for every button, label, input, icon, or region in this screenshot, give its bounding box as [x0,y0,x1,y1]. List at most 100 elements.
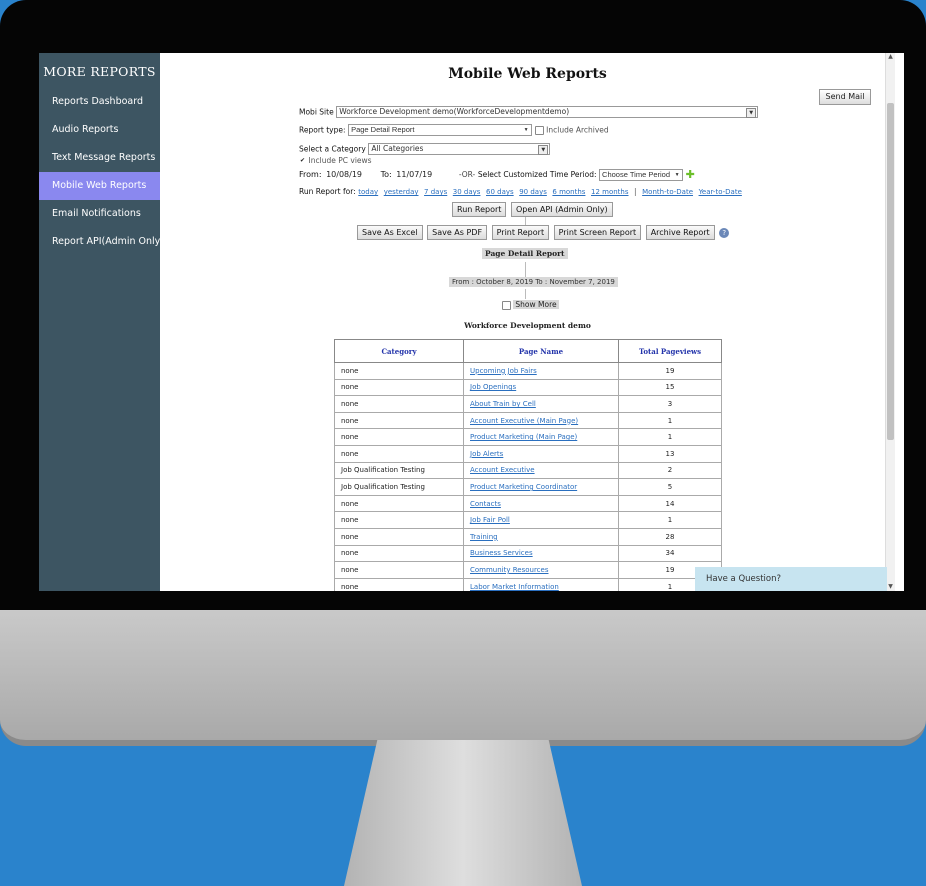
plus-icon[interactable]: ✚ [686,168,695,181]
cell-pageviews: 13 [618,444,722,463]
or-label: -OR- [458,170,476,179]
range-month-to-date-link[interactable]: Month-to-Date [642,188,693,196]
category-select[interactable]: All Categories ▼ [368,143,551,155]
category-label: Select a Category [299,144,366,154]
show-more-checkbox[interactable] [502,300,511,310]
print-screen-report-button[interactable]: Print Screen Report [553,225,642,240]
cell-pageviews: 1 [618,411,722,430]
cell-pageviews: 1 [618,428,722,446]
report-date-range: From : October 8, 2019 To : November 7, … [449,277,618,287]
table-row: none Job Fair Poll 1 [334,511,722,529]
report-type-row: Report type: Page Detail Report ▼ Includ… [299,124,609,136]
run-report-button[interactable]: Run Report [452,202,507,217]
cell-page-name: Training [463,527,619,546]
table-row: none Account Executive (Main Page) 1 [334,411,722,430]
page-name-link[interactable]: Labor Market Information [470,583,559,591]
report-table-body: none Upcoming Job Fairs 19 none Job Openings… [334,362,722,591]
scroll-up-icon[interactable]: ▲ [886,53,895,61]
run-report-for-label: Run Report for: [299,187,356,196]
cell-category: none [334,395,464,413]
include-pc-views-checkbox[interactable]: ✔ [299,157,306,164]
chat-widget[interactable]: Have a Question? [695,567,887,591]
page-name-link[interactable]: Contacts [470,500,501,508]
range-6-months-link[interactable]: 6 months [552,188,585,196]
range-yesterday-link[interactable]: yesterday [384,188,419,196]
archive-report-button[interactable]: Archive Report [645,225,715,240]
mobi-site-select[interactable]: Workforce Development demo(WorkforceDeve… [336,106,759,118]
table-row: none Business Services 34 [334,544,722,563]
show-more-label: Show More [513,300,559,309]
page-name-link[interactable]: Community Resources [470,566,549,574]
save-as-pdf-button[interactable]: Save As PDF [427,225,488,240]
category-row: Select a Category All Categories ▼ [299,143,551,155]
sidebar-item-mobile-web-reports[interactable]: Mobile Web Reports [39,172,160,200]
mobi-site-row: Mobi Site Workforce Development demo(Wor… [299,106,759,118]
cell-category: Job Qualification Testing [334,478,464,496]
cell-page-name: Upcoming Job Fairs [463,362,619,380]
quick-range-row: Run Report for: today yesterday 7 days 3… [299,187,745,196]
page-name-link[interactable]: Upcoming Job Fairs [470,367,537,375]
to-date-input[interactable]: 11/07/19 [394,170,449,179]
table-row: none Job Alerts 13 [334,444,722,463]
range-separator: | [634,187,637,196]
from-date-input[interactable]: 10/08/19 [324,170,367,179]
range-12-months-link[interactable]: 12 months [591,188,629,196]
range-today-link[interactable]: today [358,188,378,196]
cell-pageviews: 3 [618,395,722,413]
help-icon[interactable]: ? [719,227,730,238]
page-name-link[interactable]: Business Services [470,549,533,557]
table-row: Job Qualification Testing Account Executi… [334,461,722,480]
sidebar-item-reports-dashboard[interactable]: Reports Dashboard [39,88,160,116]
range-30-days-link[interactable]: 30 days [453,188,481,196]
page-name-link[interactable]: Job Alerts [470,450,503,458]
to-label: To: [380,170,392,179]
sidebar-item-audio-reports[interactable]: Audio Reports [39,116,160,144]
report-site-name: Workforce Development demo [464,321,591,330]
print-report-button[interactable]: Print Report [491,225,550,240]
page-name-link[interactable]: Product Marketing (Main Page) [470,433,577,441]
range-90-days-link[interactable]: 90 days [519,188,547,196]
cell-category: none [334,362,464,380]
range-7-days-link[interactable]: 7 days [424,188,447,196]
column-header-total-pageviews: Total Pageviews [618,339,722,363]
sidebar-item-report-api[interactable]: Report API(Admin Only) [39,228,164,256]
from-label: From: [299,170,322,179]
cell-pageviews: 28 [618,527,722,546]
range-year-to-date-link[interactable]: Year-to-Date [699,188,742,196]
send-mail-button[interactable]: Send Mail [819,89,871,105]
sidebar-item-text-message-reports[interactable]: Text Message Reports [39,144,160,172]
page-name-link[interactable]: Job Fair Poll [470,516,510,524]
cell-pageviews: 14 [618,494,722,513]
vertical-scrollbar[interactable]: ▲ ▼ [885,53,895,591]
time-period-select[interactable]: Choose Time Period ▼ [599,168,684,181]
cell-category: none [334,494,464,513]
cell-page-name: Job Openings [463,378,619,397]
sidebar-item-email-notifications[interactable]: Email Notifications [39,200,160,228]
pc-views-row: ✔ Include PC views [299,156,372,165]
save-as-excel-button[interactable]: Save As Excel [357,225,423,240]
report-type-select[interactable]: Page Detail Report ▼ [348,124,533,136]
page-name-link[interactable]: Product Marketing Coordinator [470,483,577,491]
show-more-toggle[interactable]: Show More [502,300,559,310]
cell-category: none [334,577,464,591]
page-name-link[interactable]: Account Executive (Main Page) [470,417,578,425]
page-name-link[interactable]: Job Openings [470,383,516,391]
table-header-row: Category Page Name Total Pageviews [334,339,722,363]
scrollbar-thumb[interactable] [887,103,894,440]
report-title: Page Detail Report [482,248,568,259]
cell-pageviews: 15 [618,378,722,397]
page-name-link[interactable]: About Train by Cell [470,400,536,408]
page-name-link[interactable]: Account Executive [470,466,535,474]
page-name-link[interactable]: Training [470,533,498,541]
cell-page-name: Account Executive (Main Page) [463,411,619,430]
cell-page-name: Job Fair Poll [463,511,619,529]
sidebar-title: MORE REPORTS [43,64,156,79]
column-header-category: Category [334,339,464,363]
include-archived-checkbox[interactable] [534,125,544,135]
scroll-down-icon[interactable]: ▼ [886,583,895,591]
range-60-days-link[interactable]: 60 days [486,188,514,196]
table-row: none Community Resources 19 [334,561,722,579]
monitor-chin [0,610,926,746]
open-api-button[interactable]: Open API (Admin Only) [510,202,613,217]
date-row: From: 10/08/19 To: 11/07/19 -OR- Select … [299,168,695,181]
